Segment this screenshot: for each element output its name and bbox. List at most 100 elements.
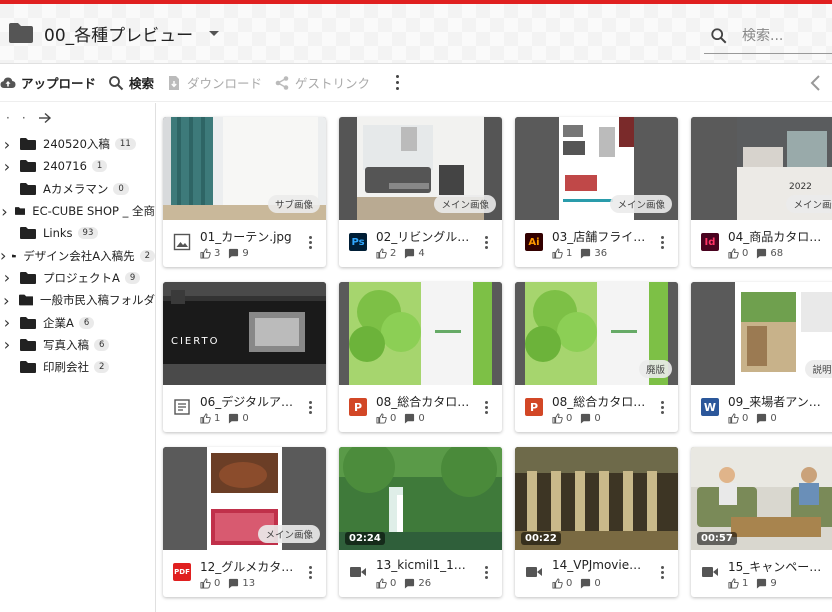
file-card[interactable]: CIERTO 06_デジタルア… 1 0: [163, 282, 326, 432]
more-options-icon[interactable]: [660, 235, 664, 250]
sidebar-folder-item[interactable]: › 240716 1: [0, 155, 155, 177]
thumbs-up-icon[interactable]: [552, 248, 563, 259]
comment-icon[interactable]: [756, 578, 767, 589]
file-name[interactable]: 01_カーテン.jpg: [200, 228, 300, 245]
collapse-panel-icon[interactable]: [806, 72, 826, 94]
file-card[interactable]: P 08_総合カタロ… 0 0: [339, 282, 502, 432]
search-input[interactable]: [742, 27, 832, 44]
more-options-icon[interactable]: [660, 565, 664, 580]
comment-icon[interactable]: [228, 578, 239, 589]
file-thumbnail[interactable]: [339, 282, 502, 385]
file-name[interactable]: 14_VPJmovie…: [552, 558, 652, 572]
more-options-icon[interactable]: [308, 235, 312, 250]
comment-icon[interactable]: [228, 248, 239, 259]
file-thumbnail[interactable]: メイン画像: [163, 447, 326, 550]
comment-icon[interactable]: [580, 578, 591, 589]
file-thumbnail[interactable]: 説明資: [691, 282, 832, 385]
chevron-right-icon[interactable]: ›: [0, 202, 9, 221]
guest-link-button[interactable]: ゲストリンク: [274, 73, 370, 92]
comment-icon[interactable]: [228, 413, 239, 424]
comment-icon[interactable]: [404, 248, 415, 259]
chevron-down-icon[interactable]: [209, 30, 220, 36]
chevron-right-icon[interactable]: ›: [0, 268, 14, 287]
file-name[interactable]: 12_グルメカタ…: [200, 558, 300, 575]
more-options-icon[interactable]: [308, 565, 312, 580]
file-name[interactable]: 08_総合カタロ…: [376, 393, 476, 410]
file-thumbnail[interactable]: 02:24: [339, 447, 502, 550]
file-thumbnail[interactable]: メイン画像: [339, 117, 502, 220]
sidebar-folder-item[interactable]: › 企業A 6: [0, 311, 155, 333]
sidebar-folder-item[interactable]: › 一般市民入稿フォルダ: [0, 289, 155, 311]
thumbs-up-icon[interactable]: [728, 413, 739, 424]
file-card[interactable]: 廃版 P 08_総合カタロ… 0 0: [515, 282, 678, 432]
more-options-icon[interactable]: [660, 400, 664, 415]
file-thumbnail[interactable]: 00:57: [691, 447, 832, 550]
comment-icon[interactable]: [756, 413, 767, 424]
file-name[interactable]: 04_商品カタロ…: [728, 228, 828, 245]
thumbs-up-icon[interactable]: [200, 578, 211, 589]
file-thumbnail[interactable]: 00:22: [515, 447, 678, 550]
sidebar-folder-item[interactable]: 印刷会社 2: [0, 356, 155, 378]
more-options-icon[interactable]: [484, 235, 488, 250]
file-card[interactable]: メイン画像 Ai 03_店舗フライ… 1 36: [515, 117, 678, 267]
thumbs-up-icon[interactable]: [728, 578, 739, 589]
sidebar-folder-item[interactable]: › デザイン会社A入稿先 2: [0, 244, 155, 266]
file-card[interactable]: メイン画像 PDF 12_グルメカタ… 0 13: [163, 447, 326, 597]
upload-button[interactable]: アップロード: [0, 73, 96, 92]
comment-icon[interactable]: [580, 248, 591, 259]
file-thumbnail[interactable]: 廃版: [515, 282, 678, 385]
thumbs-up-icon[interactable]: [552, 578, 563, 589]
file-name[interactable]: 06_デジタルア…: [200, 393, 300, 410]
file-card[interactable]: メイン画像 Ps 02_リビングル… 2 4: [339, 117, 502, 267]
file-card[interactable]: 00:57 15_キャンペー… 1 9: [691, 447, 832, 597]
tree-nav-dot[interactable]: ·: [22, 111, 26, 125]
file-card[interactable]: 00:22 14_VPJmovie… 0 0: [515, 447, 678, 597]
tree-nav-dot[interactable]: ·: [6, 111, 10, 125]
sidebar-folder-item[interactable]: › EC-CUBE SHOP _ 全商: [0, 200, 155, 222]
comment-icon[interactable]: [756, 248, 767, 259]
arrow-right-icon[interactable]: [38, 112, 52, 124]
more-options-icon[interactable]: [388, 74, 406, 92]
chevron-right-icon[interactable]: ›: [0, 157, 14, 176]
sidebar-folder-item[interactable]: › 写真入稿 6: [0, 334, 155, 356]
file-name[interactable]: 02_リビングル…: [376, 228, 476, 245]
file-card[interactable]: 02:24 13_kicmil1_1… 0 26: [339, 447, 502, 597]
thumbs-up-icon[interactable]: [552, 413, 563, 424]
file-thumbnail[interactable]: メイン画像: [515, 117, 678, 220]
sidebar-folder-item[interactable]: › 240520入稿 11: [0, 133, 155, 155]
more-options-icon[interactable]: [484, 565, 488, 580]
chevron-right-icon[interactable]: ›: [0, 335, 14, 354]
file-thumbnail[interactable]: CIERTO: [163, 282, 326, 385]
file-thumbnail[interactable]: 2022 メイン画像: [691, 117, 832, 220]
file-card[interactable]: 説明資 W 09_来場者アン… 0 0: [691, 282, 832, 432]
search-button[interactable]: 検索: [108, 73, 154, 92]
sidebar-folder-item[interactable]: Aカメラマン 0: [0, 178, 155, 200]
chevron-right-icon[interactable]: ›: [0, 246, 6, 265]
thumbs-up-icon[interactable]: [200, 248, 211, 259]
file-name[interactable]: 03_店舗フライ…: [552, 228, 652, 245]
comment-icon[interactable]: [580, 413, 591, 424]
thumbs-up-icon[interactable]: [728, 248, 739, 259]
sidebar-folder-item[interactable]: › プロジェクトA 9: [0, 267, 155, 289]
chevron-right-icon[interactable]: ›: [0, 291, 13, 310]
comment-icon[interactable]: [404, 413, 415, 424]
thumbs-up-icon[interactable]: [376, 248, 387, 259]
file-card[interactable]: サブ画像 01_カーテン.jpg 3 9: [163, 117, 326, 267]
file-name[interactable]: 13_kicmil1_1…: [376, 558, 476, 572]
thumbs-up-icon[interactable]: [376, 413, 387, 424]
file-name[interactable]: 08_総合カタロ…: [552, 393, 652, 410]
comment-icon[interactable]: [404, 578, 415, 589]
sidebar-folder-item[interactable]: Links 93: [0, 222, 155, 244]
file-thumbnail[interactable]: サブ画像: [163, 117, 326, 220]
thumbs-up-icon[interactable]: [200, 413, 211, 424]
more-options-icon[interactable]: [308, 400, 312, 415]
file-card[interactable]: 2022 メイン画像 Id 04_商品カタロ… 0 68: [691, 117, 832, 267]
more-options-icon[interactable]: [484, 400, 488, 415]
folder-title-dropdown[interactable]: 00_各種プレビュー: [8, 18, 220, 48]
download-button[interactable]: ダウンロード: [166, 73, 262, 92]
file-name[interactable]: 09_来場者アン…: [728, 393, 828, 410]
search-box[interactable]: [704, 18, 832, 54]
file-name[interactable]: 15_キャンペー…: [728, 558, 828, 575]
chevron-right-icon[interactable]: ›: [0, 313, 14, 332]
chevron-right-icon[interactable]: ›: [0, 135, 14, 154]
